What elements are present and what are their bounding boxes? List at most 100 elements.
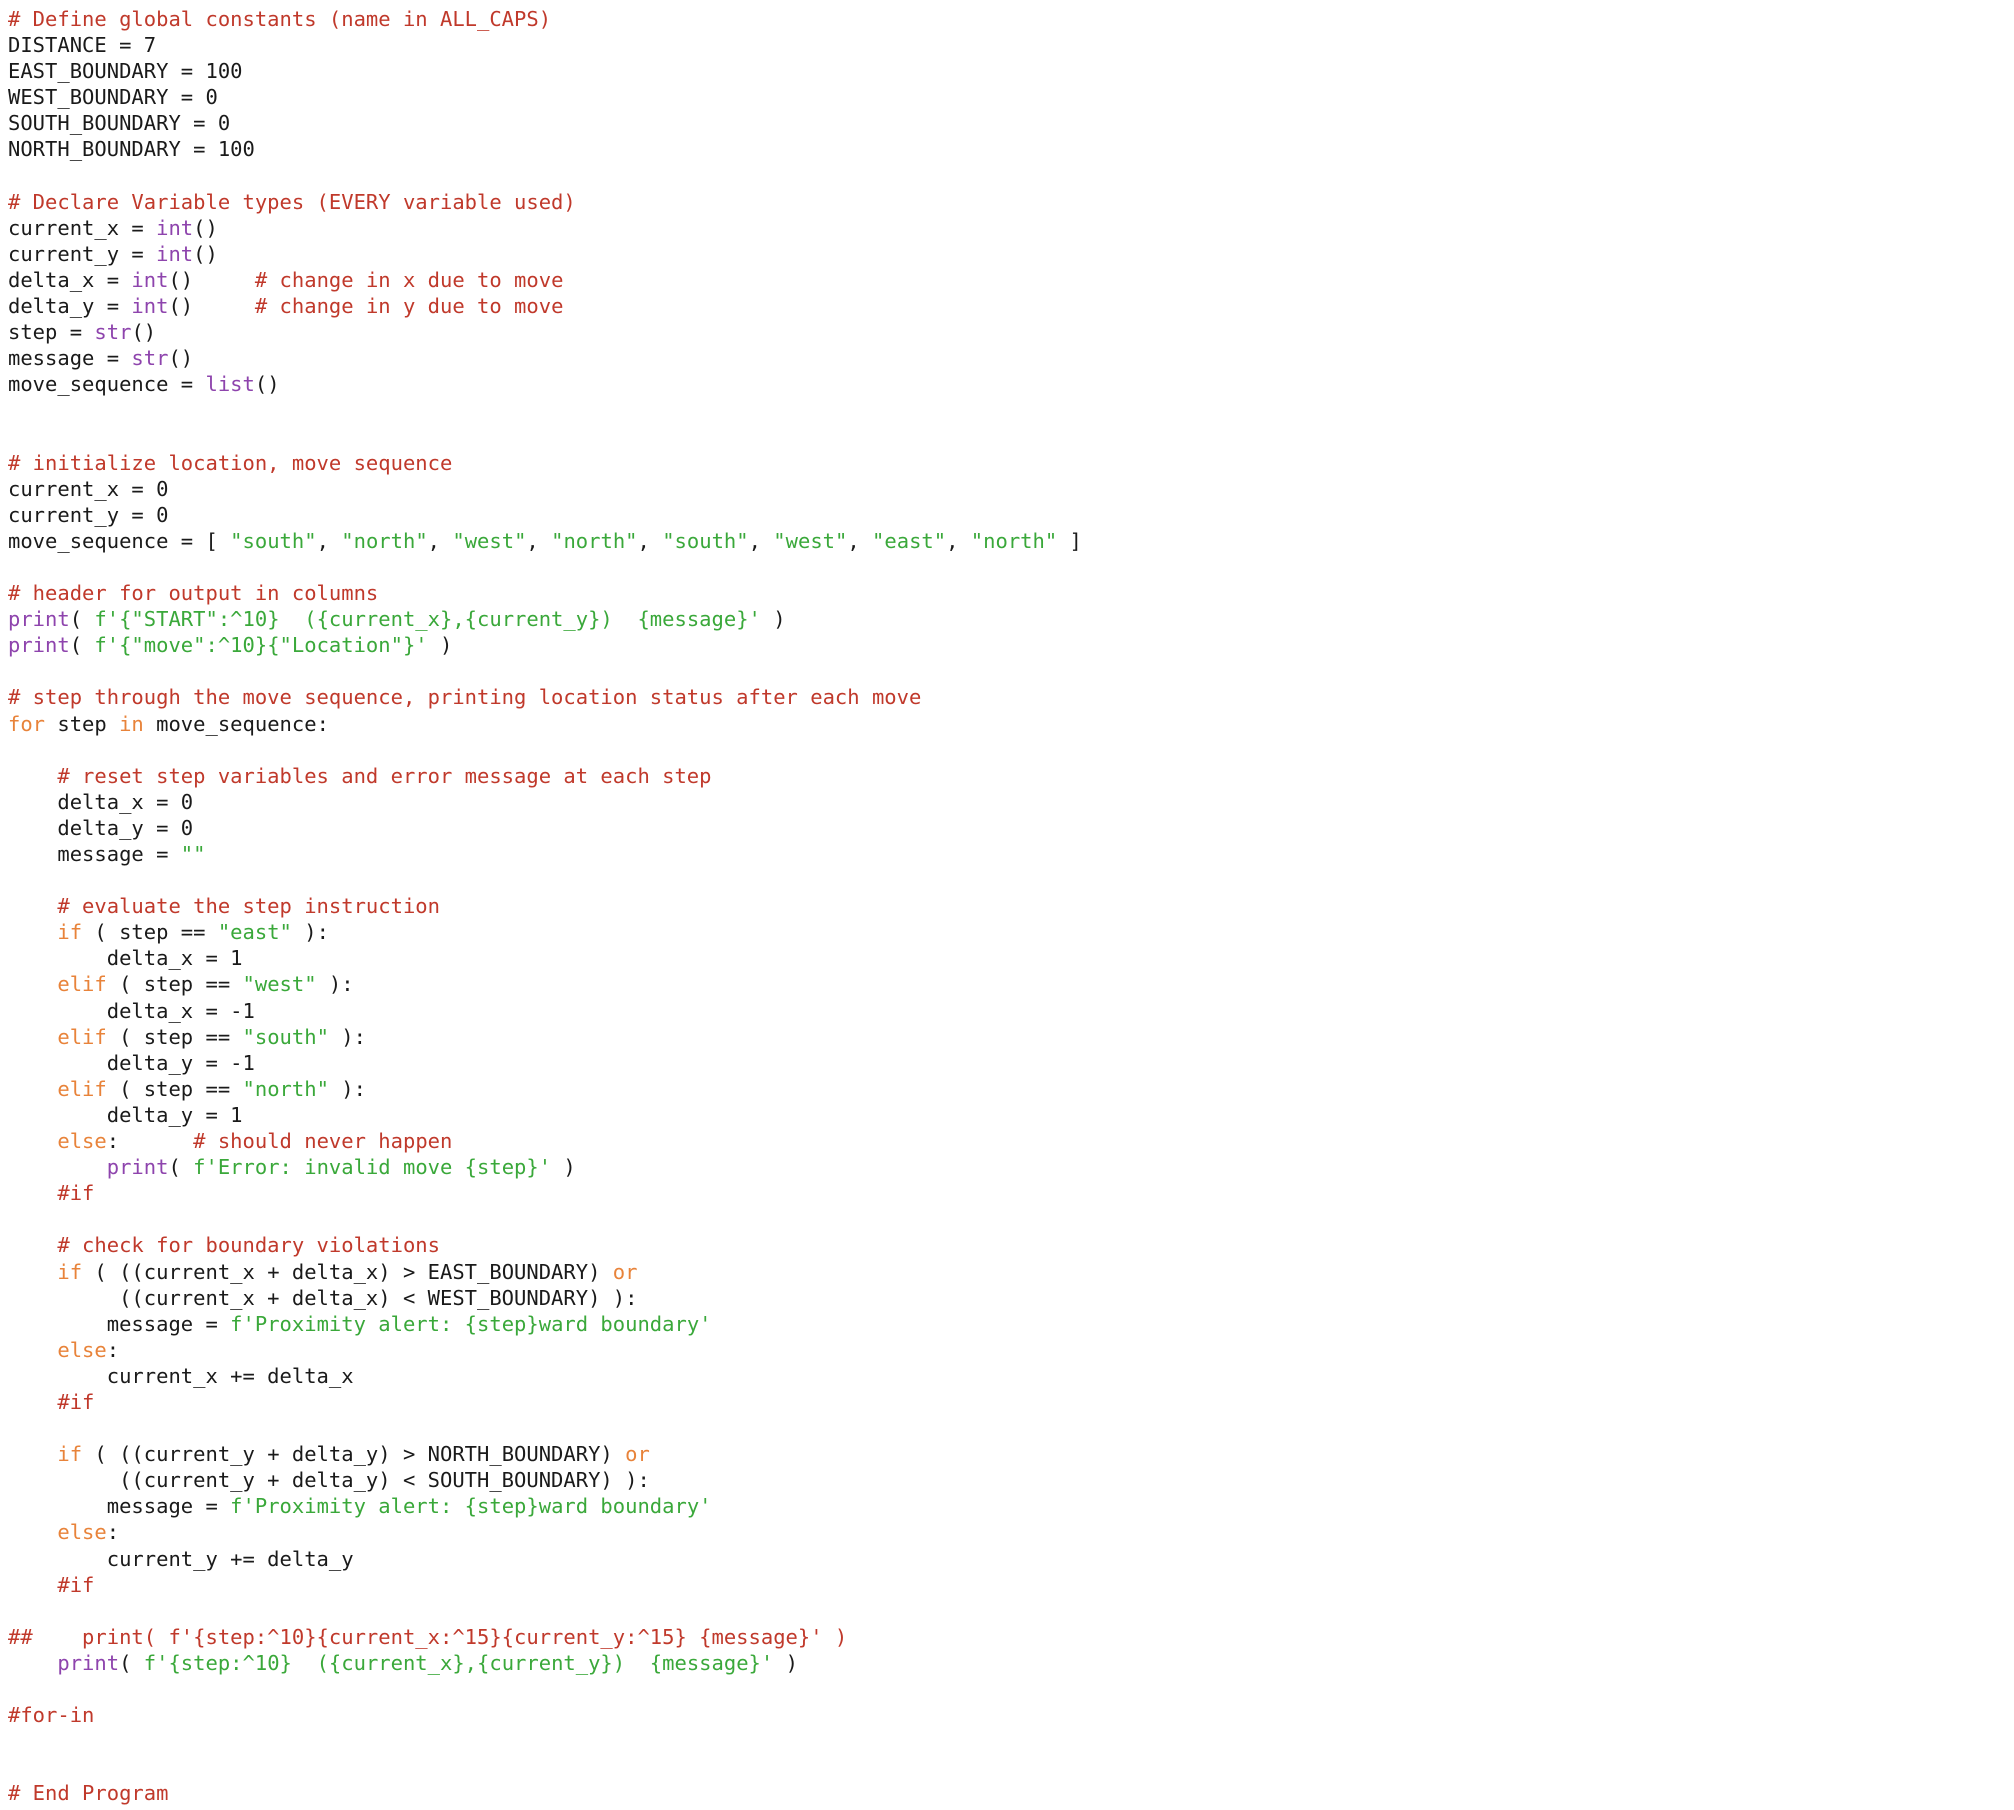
- code-token-st: f'{"START":^10} ({current_x},{current_y}…: [94, 607, 761, 632]
- code-token-cm: # change in x due to move: [254, 267, 564, 292]
- code-token-df: delta_y =: [8, 294, 132, 319]
- code-line: message = f'Proximity alert: {step}ward …: [8, 1311, 2014, 1337]
- code-line: message = f'Proximity alert: {step}ward …: [8, 1493, 2014, 1519]
- code-token-df: (): [168, 267, 255, 292]
- code-token-df: [8, 972, 57, 996]
- code-token-cm: # change in y due to move: [254, 294, 564, 319]
- code-line: delta_x = 1: [8, 945, 2014, 971]
- code-line: # step through the move sequence, printi…: [8, 684, 2014, 710]
- code-token-df: current_y = 0: [8, 502, 169, 527]
- code-token-df: message =: [8, 346, 132, 371]
- code-token-st: "south": [242, 1024, 329, 1049]
- code-token-df: step =: [8, 320, 95, 345]
- code-token-df: delta_x = 1: [8, 946, 243, 971]
- code-token-df: (): [193, 215, 218, 240]
- code-token-df: current_y += delta_y: [8, 1546, 354, 1571]
- code-token-kw: or: [612, 1259, 638, 1284]
- code-token-df: message =: [8, 1311, 231, 1336]
- code-editor-viewport[interactable]: # Define global constants (name in ALL_C…: [0, 0, 2014, 1806]
- code-token-df: ): [551, 1155, 576, 1180]
- code-line: print( f'{"move":^10}{"Location"}' ): [8, 632, 2014, 658]
- code-token-df: (): [168, 346, 194, 371]
- code-token-st: f'Proximity alert: {step}ward boundary': [230, 1311, 712, 1336]
- code-token-kw: elif: [57, 1076, 107, 1101]
- code-token-df: (): [254, 372, 280, 397]
- code-token-kw: if: [57, 1442, 83, 1467]
- code-token-df: [8, 1077, 57, 1101]
- code-token-df: move_sequence = [: [8, 528, 231, 553]
- code-token-df: (: [119, 1650, 144, 1675]
- code-token-st: f'Proximity alert: {step}ward boundary': [230, 1494, 712, 1519]
- code-line: message = "": [8, 841, 2014, 867]
- code-line: # End Program: [8, 1780, 2014, 1806]
- code-token-df: (): [131, 320, 157, 345]
- code-line: delta_y = 1: [8, 1102, 2014, 1128]
- code-token-df: ):: [316, 972, 354, 997]
- code-line: delta_x = int() # change in x due to mov…: [8, 267, 2014, 293]
- code-token-st: "west": [452, 528, 527, 553]
- code-token-st: f'{step:^10} ({current_x},{current_y}) {…: [143, 1650, 774, 1675]
- code-token-df: [8, 920, 57, 944]
- code-line: message = str(): [8, 345, 2014, 371]
- code-token-df: NORTH_BOUNDARY = 100: [8, 137, 255, 162]
- code-token-df: ,: [427, 528, 453, 553]
- code-token-st: "south": [662, 528, 749, 553]
- code-line: move_sequence = list(): [8, 371, 2014, 397]
- code-token-df: delta_x =: [8, 267, 132, 292]
- code-token-df: ,: [847, 528, 873, 553]
- code-token-st: "north": [551, 528, 638, 553]
- code-line: #for-in: [8, 1702, 2014, 1728]
- code-token-df: ( ((current_y + delta_y) > NORTH_BOUNDAR…: [82, 1442, 626, 1467]
- code-line: print( f'Error: invalid move {step}' ): [8, 1154, 2014, 1180]
- code-token-bi: str: [131, 346, 169, 371]
- code-line: # evaluate the step instruction: [8, 893, 2014, 919]
- code-token-kw: if: [57, 1259, 83, 1284]
- code-line: # Declare Variable types (EVERY variable…: [8, 189, 2014, 215]
- code-token-df: ( step ==: [106, 972, 243, 997]
- code-line: else:: [8, 1337, 2014, 1363]
- code-token-cm: #if: [8, 1389, 95, 1414]
- code-line: #if: [8, 1572, 2014, 1598]
- code-line: current_y = 0: [8, 502, 2014, 528]
- code-token-df: [8, 1025, 57, 1049]
- code-line: print( f'{"START":^10} ({current_x},{cur…: [8, 606, 2014, 632]
- code-token-st: "north": [341, 528, 428, 553]
- code-token-df: (: [69, 633, 95, 658]
- code-token-st: "east": [872, 528, 947, 553]
- code-line: elif ( step == "north" ):: [8, 1076, 2014, 1102]
- code-token-df: [8, 1129, 57, 1153]
- code-token-df: current_x =: [8, 215, 157, 240]
- code-line: elif ( step == "west" ):: [8, 971, 2014, 997]
- code-token-df: EAST_BOUNDARY = 100: [8, 59, 243, 84]
- code-token-df: WEST_BOUNDARY = 0: [8, 85, 218, 110]
- code-token-bi: print: [8, 633, 70, 658]
- code-token-df: message =: [8, 842, 181, 866]
- code-token-df: ): [427, 633, 453, 658]
- code-token-df: ( step ==: [106, 1024, 243, 1049]
- code-token-st: "east": [217, 920, 292, 945]
- code-token-cm: # evaluate the step instruction: [8, 894, 440, 919]
- code-token-bi: int: [156, 241, 194, 266]
- source-code-block[interactable]: # Define global constants (name in ALL_C…: [8, 6, 2014, 1806]
- code-line: delta_y = -1: [8, 1050, 2014, 1076]
- code-token-df: delta_y = -1: [8, 1050, 255, 1075]
- code-token-df: delta_y = 0: [8, 815, 194, 840]
- code-token-df: ,: [526, 528, 552, 553]
- code-token-bi: print: [57, 1650, 120, 1675]
- code-token-st: "": [180, 842, 206, 866]
- code-token-df: SOUTH_BOUNDARY = 0: [8, 111, 231, 136]
- code-line: current_x += delta_x: [8, 1363, 2014, 1389]
- code-token-df: [8, 1155, 107, 1179]
- code-token-df: DISTANCE = 7: [8, 33, 157, 58]
- code-token-df: current_y =: [8, 241, 157, 266]
- code-line: # check for boundary violations: [8, 1232, 2014, 1258]
- code-token-df: delta_x = 0: [8, 789, 194, 814]
- code-line: current_y += delta_y: [8, 1546, 2014, 1572]
- code-line: # header for output in columns: [8, 580, 2014, 606]
